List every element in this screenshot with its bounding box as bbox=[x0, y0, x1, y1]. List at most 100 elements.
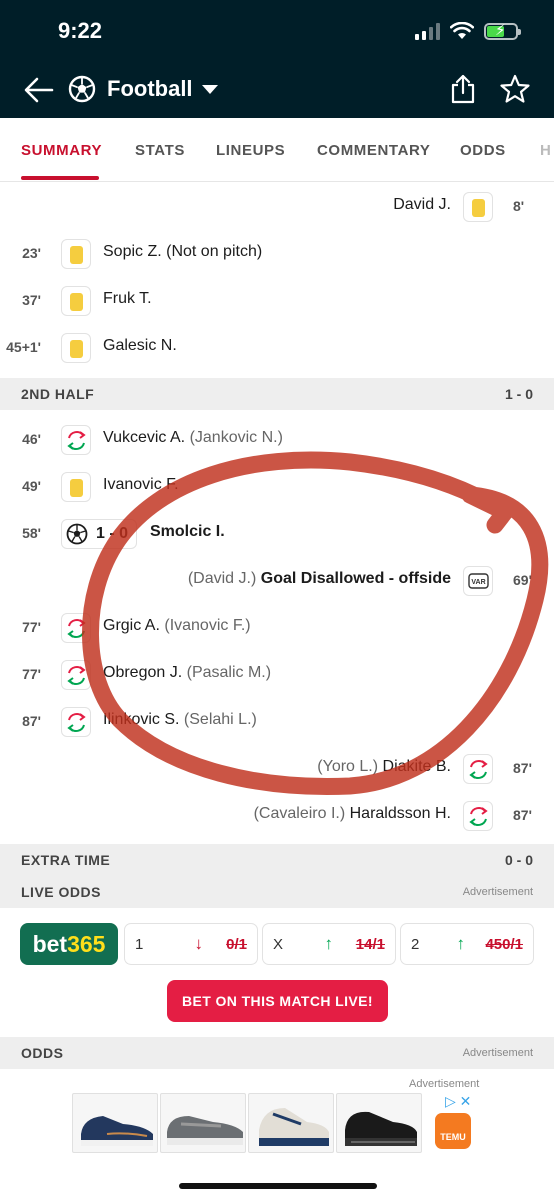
section-label: ODDS bbox=[21, 1045, 64, 1061]
advertisement-label: Advertisement bbox=[462, 1047, 533, 1059]
incident-row: 77' Grgic A. (Ivanovic F.) bbox=[0, 605, 554, 651]
goal-score-box: 1 - 0 bbox=[61, 519, 137, 549]
ad-choices-icon[interactable]: ▷ ✕ bbox=[445, 1093, 471, 1110]
yellow-card-icon bbox=[61, 239, 91, 269]
yellow-card-icon bbox=[463, 192, 493, 222]
substitution-icon bbox=[61, 660, 91, 690]
football-icon bbox=[68, 75, 96, 103]
football-goal-icon bbox=[66, 523, 88, 545]
goal-score: 1 - 0 bbox=[96, 525, 129, 542]
odd-value: 0/1 bbox=[226, 936, 247, 953]
tab-summary[interactable]: SUMMARY bbox=[21, 142, 102, 159]
incident-row: (Cavaleiro I.) Haraldsson H. 87' bbox=[0, 793, 554, 839]
ad-shoe-image[interactable] bbox=[248, 1093, 334, 1153]
odd-key: X bbox=[273, 936, 284, 953]
player-in: (Yoro L.) Diakite B. bbox=[317, 758, 451, 775]
odd-value: 14/1 bbox=[355, 936, 385, 953]
sport-title[interactable]: Football bbox=[107, 76, 193, 102]
odd-value: 450/1 bbox=[485, 936, 523, 953]
odd-key: 2 bbox=[411, 936, 420, 953]
cellular-signal-icon bbox=[415, 22, 440, 40]
player-out: (Pasalic M.) bbox=[186, 664, 272, 681]
incident-row: 49' Ivanovic F. bbox=[0, 464, 554, 510]
ad-shoe-image[interactable] bbox=[160, 1093, 246, 1153]
player-out: (Jankovic N.) bbox=[189, 429, 283, 446]
tab-lineups[interactable]: LINEUPS bbox=[216, 142, 285, 159]
section-label: LIVE ODDS bbox=[21, 884, 101, 900]
live-odds-header: LIVE ODDS Advertisement bbox=[0, 876, 554, 908]
incident-minute: 77' bbox=[22, 619, 41, 635]
dropdown-caret-icon[interactable] bbox=[202, 85, 218, 94]
substitution-icon bbox=[61, 707, 91, 737]
star-icon[interactable] bbox=[500, 74, 530, 104]
player-name: Sopic Z. (Not on pitch) bbox=[103, 243, 263, 260]
ad-caption: Advertisement bbox=[409, 1078, 480, 1090]
incident-row: David J. 8' bbox=[0, 184, 554, 230]
tab-stats[interactable]: STATS bbox=[135, 142, 185, 159]
back-arrow-icon[interactable] bbox=[24, 76, 54, 104]
player-out: (Yoro L.) bbox=[317, 758, 379, 775]
yellow-card-icon bbox=[61, 472, 91, 502]
status-icons: ⚡ bbox=[415, 22, 521, 40]
incident-row: 46' Vukcevic A. (Jankovic N.) bbox=[0, 417, 554, 463]
player-in: Grgic A. (Ivanovic F.) bbox=[103, 617, 251, 634]
incident-row: 45+1' Galesic N. bbox=[0, 325, 554, 371]
incident-minute: 58' bbox=[22, 525, 41, 541]
player-in: Obregon J. (Pasalic M.) bbox=[103, 664, 272, 681]
odd-away[interactable]: 2 ↑ 450/1 bbox=[400, 923, 534, 965]
tab-odds[interactable]: ODDS bbox=[460, 142, 506, 159]
incident-minute: 87' bbox=[513, 760, 532, 776]
app-header: Football bbox=[0, 62, 554, 118]
advertisement-label: Advertisement bbox=[462, 886, 533, 898]
substitution-icon bbox=[463, 754, 493, 784]
incident-row: 58' 1 - 0 Smolcic I. bbox=[0, 511, 554, 557]
extra-time-header: EXTRA TIME 0 - 0 bbox=[0, 844, 554, 876]
player-out: (Cavaleiro I.) bbox=[253, 805, 346, 822]
player-in: (Cavaleiro I.) Haraldsson H. bbox=[253, 805, 451, 822]
odd-draw[interactable]: X ↑ 14/1 bbox=[262, 923, 396, 965]
player-out: (Ivanovic F.) bbox=[164, 617, 251, 634]
player-name: Galesic N. bbox=[103, 337, 177, 354]
tab-commentary[interactable]: COMMENTARY bbox=[317, 142, 431, 159]
yellow-card-icon bbox=[61, 286, 91, 316]
incident-minute: 69' bbox=[513, 572, 532, 588]
incident-minute: 49' bbox=[22, 478, 41, 494]
player-name: Ivanovic F. bbox=[103, 476, 179, 493]
ad-shoe-image[interactable] bbox=[336, 1093, 422, 1153]
share-icon[interactable] bbox=[449, 74, 477, 104]
arrow-down-icon: ↓ bbox=[194, 934, 204, 953]
odd-home[interactable]: 1 ↓ 0/1 bbox=[124, 923, 258, 965]
status-bar: 9:22 ⚡ bbox=[0, 0, 554, 62]
bet-live-button[interactable]: BET ON THIS MATCH LIVE! bbox=[167, 980, 388, 1022]
incident-minute: 23' bbox=[22, 245, 41, 261]
arrow-up-icon: ↑ bbox=[456, 934, 466, 953]
incident-row: 37' Fruk T. bbox=[0, 278, 554, 324]
incident-minute: 45+1' bbox=[6, 339, 41, 355]
svg-text:VAR: VAR bbox=[471, 579, 485, 586]
odds-header: ODDS Advertisement bbox=[0, 1037, 554, 1069]
section-label: EXTRA TIME bbox=[21, 852, 111, 868]
incident-minute: 87' bbox=[513, 807, 532, 823]
bookmaker-logo[interactable]: bet365 bbox=[20, 923, 118, 965]
goal-scorer: Smolcic I. bbox=[150, 523, 225, 540]
incident-row: 23' Sopic Z. (Not on pitch) bbox=[0, 231, 554, 277]
yellow-card-icon bbox=[61, 333, 91, 363]
section-score: 1 - 0 bbox=[504, 386, 533, 402]
substitution-icon bbox=[463, 801, 493, 831]
incident-minute: 77' bbox=[22, 666, 41, 682]
var-decision: (David J.) Goal Disallowed - offside bbox=[187, 570, 451, 587]
section-label: 2ND HALF bbox=[21, 386, 95, 402]
incident-minute: 8' bbox=[513, 198, 525, 214]
wifi-icon bbox=[450, 22, 474, 39]
incident-minute: 46' bbox=[22, 431, 41, 447]
player-in: Ilinkovic S. (Selahi L.) bbox=[103, 711, 257, 728]
incident-row: (David J.) Goal Disallowed - offside VAR… bbox=[0, 558, 554, 604]
incident-minute: 87' bbox=[22, 713, 41, 729]
incident-row: 77' Obregon J. (Pasalic M.) bbox=[0, 652, 554, 698]
battery-icon: ⚡ bbox=[484, 22, 521, 40]
temu-logo[interactable]: TEMU bbox=[435, 1113, 471, 1149]
ad-shoe-image[interactable] bbox=[72, 1093, 158, 1153]
incident-row: 87' Ilinkovic S. (Selahi L.) bbox=[0, 699, 554, 745]
arrow-up-icon: ↑ bbox=[324, 934, 334, 953]
tab-h2h-partial[interactable]: H bbox=[540, 142, 551, 159]
